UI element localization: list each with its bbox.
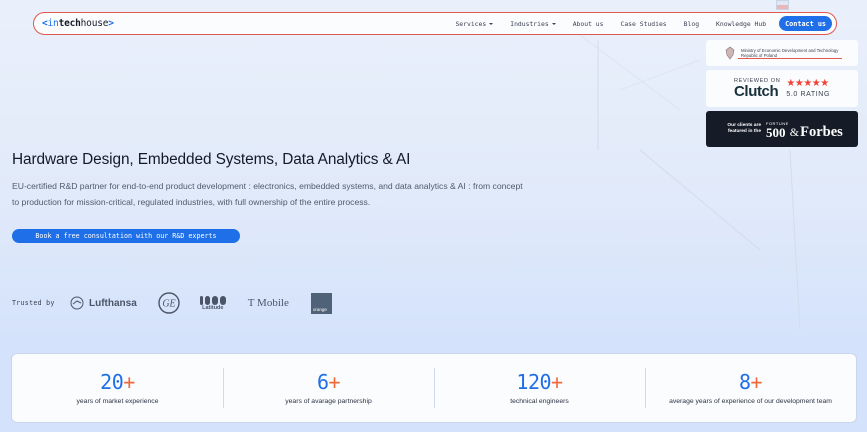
nav-item-label: Services — [455, 19, 487, 28]
chevron-down-icon — [489, 22, 494, 25]
stat-number: 20 — [100, 370, 124, 394]
stat-number: 120 — [516, 370, 552, 394]
tmobile-logo: T Mobile — [247, 297, 289, 309]
svg-text:GE: GE — [162, 299, 175, 310]
stat-item: 6+ years of avarage partnership — [223, 354, 434, 422]
nav-links: Services Industries About us Case Studie… — [438, 13, 832, 34]
stat-plus: + — [123, 370, 135, 394]
lufthansa-text: Lufthansa — [89, 297, 137, 309]
ministry-badge[interactable]: Ministry of Economic Development and Tec… — [706, 40, 858, 66]
fortune-number: 500 — [766, 124, 786, 140]
eagle-seal-icon — [724, 46, 736, 60]
intechhouse-logo[interactable]: < in tech house > — [42, 18, 114, 29]
stat-value: 6+ — [316, 370, 341, 394]
hero-description: EU-certified R&D partner for end-to-end … — [12, 181, 523, 207]
ministry-underline — [738, 58, 842, 59]
stat-number: 6 — [316, 370, 329, 394]
forbes-logo: Forbes — [800, 123, 843, 140]
logo-close-bracket: > — [108, 18, 114, 29]
nav-item-label: About us — [572, 19, 604, 28]
latitude-logo: Latitude — [199, 295, 226, 311]
clutch-left: REVIEWED ON Clutch — [734, 78, 780, 99]
hero-title: Hardware Design, Embedded Systems, Data … — [12, 151, 411, 168]
nav-item-blog[interactable]: Blog — [684, 20, 699, 28]
clutch-right: ★★★★★ 5.0 RATING — [786, 78, 830, 99]
stat-item: 8+ average years of experience of our de… — [645, 354, 856, 422]
stat-value: 8+ — [738, 370, 763, 394]
ge-logo: GE — [158, 292, 180, 314]
star-rating-icons: ★★★★★ — [786, 78, 829, 89]
client-logos: Lufthansa GE Latitude T Mobile orange — [70, 290, 332, 316]
nav-item-label: Blog — [683, 19, 700, 28]
stat-plus: + — [328, 370, 341, 394]
lufthansa-logo: Lufthansa — [70, 296, 137, 310]
ministry-text: Ministry of Economic Development and Tec… — [741, 48, 838, 58]
stat-item: 120+ technical engineers — [434, 354, 645, 422]
orange-logo: orange — [310, 292, 332, 314]
logo-house: house — [80, 18, 109, 29]
nav-item-industries[interactable]: Industries — [510, 19, 556, 28]
book-consultation-button[interactable]: Book a free consultation with our R&D ex… — [12, 229, 240, 243]
flag-icon — [776, 0, 789, 10]
nav-item-case-studies[interactable]: Case Studies — [620, 20, 666, 28]
clutch-badge[interactable]: REVIEWED ON Clutch ★★★★★ 5.0 RATING — [706, 70, 858, 107]
nav-item-services[interactable]: Services — [455, 19, 494, 28]
featured-text: Our clients are featured in the — [727, 123, 761, 134]
nav-item-about-us[interactable]: About us — [573, 20, 604, 28]
latitude-mark-icon — [199, 295, 226, 305]
stat-value: 120+ — [516, 370, 563, 394]
stats-panel: 20+ years of market experience 6+ years … — [11, 353, 857, 423]
chevron-down-icon — [551, 22, 556, 25]
top-navbar: < in tech house > Services Industries About … — [33, 12, 837, 35]
crane-icon — [70, 296, 84, 310]
trusted-by-label: Trusted by — [12, 299, 55, 307]
stat-number: 8 — [738, 370, 751, 394]
stat-label: average years of experience of our devel… — [669, 398, 832, 405]
nav-item-label: Case Studies — [620, 19, 667, 28]
logo-tech: tech — [58, 18, 81, 29]
clutch-rating: 5.0 RATING — [786, 91, 830, 98]
nav-item-knowledge-hub[interactable]: Knowledge Hub — [716, 20, 766, 28]
clutch-logo: Clutch — [734, 83, 779, 100]
stat-plus: + — [551, 370, 563, 394]
stat-item: 20+ years of market experience — [12, 354, 223, 422]
stat-value: 20+ — [100, 371, 135, 393]
logo-in: in — [47, 18, 59, 29]
stat-plus: + — [750, 370, 763, 394]
ampersand: & — [789, 124, 800, 139]
nav-item-label: Knowledge Hub — [716, 19, 767, 28]
contact-us-button[interactable]: Contact us — [779, 16, 832, 31]
nav-item-label: Industries — [510, 19, 549, 28]
stat-label: years of avarage partnership — [285, 398, 372, 405]
fortune-500-logo: FORTUNE 500 — [766, 120, 789, 139]
stat-label: years of market experience — [76, 398, 159, 405]
featured-badge[interactable]: Our clients are featured in the FORTUNE … — [706, 111, 858, 147]
latitude-text: Latitude — [202, 304, 224, 311]
stat-label: technical engineers — [510, 398, 569, 405]
